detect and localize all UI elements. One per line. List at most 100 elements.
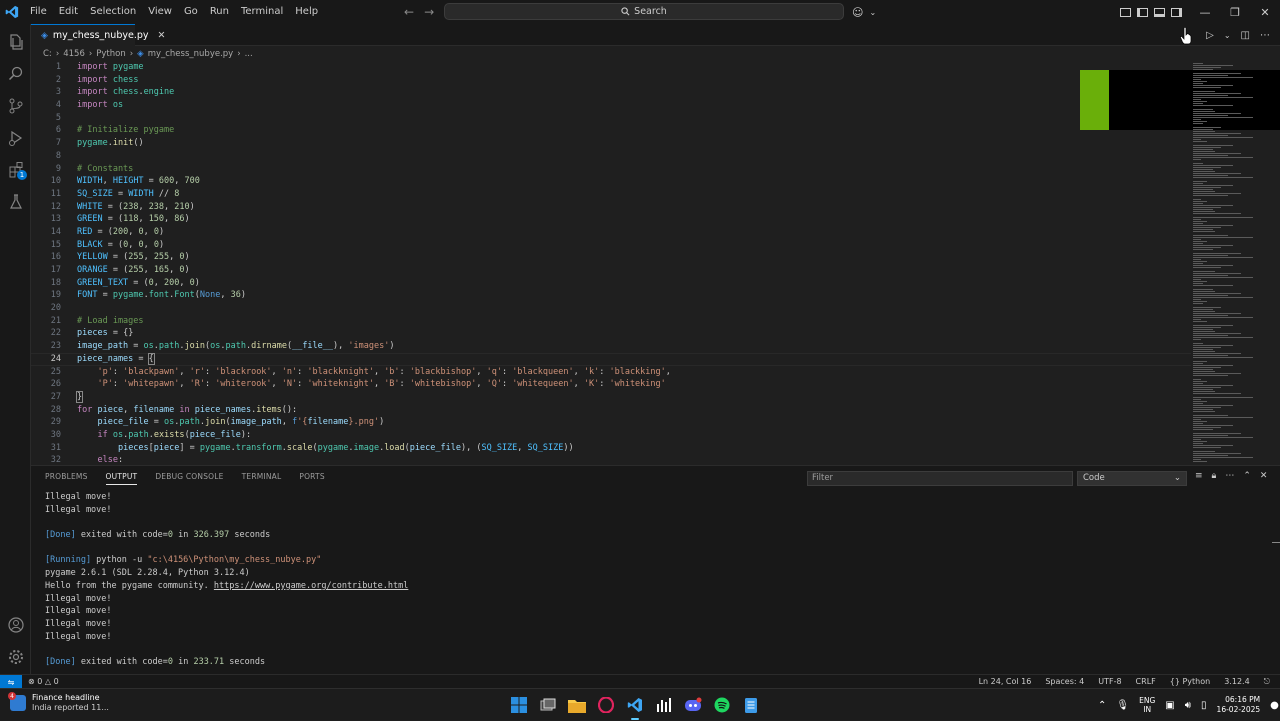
command-center-search[interactable]: Search [444,3,844,20]
close-panel-icon[interactable]: ✕ [1260,471,1268,481]
panel-scrollbar[interactable] [1272,542,1280,543]
menu-selection[interactable]: Selection [84,0,142,24]
problems-status[interactable]: ⊗ 0 △ 0 [28,675,59,688]
language-mode[interactable]: {} Python [1170,675,1210,688]
close-icon[interactable]: ✕ [1250,6,1280,19]
minimap-line [1193,77,1253,78]
menu-run[interactable]: Run [204,0,235,24]
forward-arrow-icon[interactable]: → [424,5,434,19]
minimap-line [1193,297,1253,298]
code-lines[interactable]: import pygame import chess import chess.… [75,61,1177,465]
news-widget[interactable]: 4 Finance headline India reported 11... [8,692,109,713]
extensions-icon[interactable]: 1 [0,154,31,186]
split-editor-icon[interactable]: ◫ [1241,30,1250,41]
discord-icon[interactable] [684,696,702,714]
more-panel-actions-icon[interactable]: ⋯ [1225,471,1234,481]
remote-icon[interactable]: ⇋ [0,675,22,689]
chevron-up-icon[interactable]: ⌃ [1098,700,1106,711]
battery-icon[interactable]: ▯ [1201,700,1207,711]
more-actions-icon[interactable]: ⋯ [1260,30,1270,41]
output-log[interactable]: Illegal move! Illegal move! [Done] exite… [45,491,1225,669]
breadcrumb-folder[interactable]: Python [96,49,125,59]
run-file-icon[interactable]: ▷ [1206,30,1214,41]
encoding[interactable]: UTF-8 [1098,675,1121,688]
manage-gear-icon[interactable] [0,641,31,673]
menu-terminal[interactable]: Terminal [235,0,289,24]
tab-problems[interactable]: PROBLEMS [45,472,88,485]
copilot-icon[interactable]: ☺ [852,6,863,19]
back-arrow-icon[interactable]: ← [404,5,414,19]
clock-time: 06:16 PM [1225,695,1261,704]
minimap-line [1193,351,1215,352]
notification-center-icon[interactable]: ● [1270,700,1279,711]
tab-terminal[interactable]: TERMINAL [242,472,282,485]
minimap-line [1193,173,1241,174]
volume-icon[interactable]: 🔊︎ [1185,700,1191,711]
vscode-taskbar-icon[interactable] [626,696,644,720]
menu-file[interactable]: File [24,0,53,24]
clock[interactable]: 06:16 PM 16-02-2025 [1217,695,1261,715]
tab-debug-console[interactable]: DEBUG CONSOLE [155,472,223,485]
run-debug-icon[interactable] [0,122,31,154]
output-filter-input[interactable]: Filter [807,471,1073,486]
breadcrumb-file[interactable]: my_chess_nubye.py [148,49,234,59]
source-control-icon[interactable] [0,90,31,122]
minimap-line [1193,361,1207,362]
line-number: 18 [50,277,61,288]
cursor-position[interactable]: Ln 24, Col 16 [979,675,1032,688]
notepad-icon[interactable] [742,696,760,714]
indentation[interactable]: Spaces: 4 [1045,675,1084,688]
line-ending[interactable]: CRLF [1136,675,1156,688]
editor-scrollbar[interactable] [1273,61,1280,465]
code-editor[interactable]: 1 2 3 4 5 6 7 8 9 10 11 12 13 14 15 16 17 18 19 20 21 22 23 24 2… [31,61,1280,465]
minimize-icon[interactable]: — [1190,6,1220,19]
tab-close-icon[interactable]: ✕ [158,30,166,41]
file-explorer-icon[interactable] [568,696,586,714]
toggle-secondary-sidebar-icon[interactable] [1171,7,1182,17]
output-channel-value: Code [1083,473,1105,483]
search-sidebar-icon[interactable] [0,58,31,90]
menu-go[interactable]: Go [178,0,204,24]
toggle-panel-icon[interactable] [1154,7,1165,17]
breadcrumb-folder[interactable]: 4156 [63,49,85,59]
restore-icon[interactable]: ❐ [1220,6,1250,19]
testing-icon[interactable] [0,186,31,218]
minimap-line [1193,249,1213,250]
windows-start-icon[interactable] [510,696,528,714]
python-version[interactable]: 3.12.4 [1224,675,1249,688]
menu-edit[interactable]: Edit [53,0,84,24]
display-icon[interactable]: ▣ [1165,700,1174,711]
run-dropdown-icon[interactable]: ⌄ [1224,31,1231,40]
notifications-bell-icon[interactable]: ⎋ [1264,675,1270,688]
hand-cursor-icon [1180,27,1192,45]
menu-help[interactable]: Help [289,0,324,24]
minimap[interactable] [1193,61,1273,465]
opera-icon[interactable] [597,696,615,714]
audio-app-icon[interactable] [655,696,673,714]
pygame-contribute-link[interactable]: https://www.pygame.org/contribute.html [214,581,408,591]
tab-output[interactable]: OUTPUT [105,472,138,485]
microphone-icon[interactable]: 🎙︎ [1116,700,1129,711]
spotify-icon[interactable] [713,696,731,714]
breadcrumb-drive[interactable]: C: [43,49,52,59]
explorer-icon[interactable] [0,26,31,58]
toggle-primary-sidebar-icon[interactable] [1137,7,1148,17]
minimap-line [1193,227,1221,228]
tab-ports[interactable]: PORTS [299,472,324,485]
output-channel-select[interactable]: Code ⌄ [1077,471,1187,486]
minimap-line [1193,75,1228,76]
tab-my-chess-nubye[interactable]: ◈ my_chess_nubye.py ✕ [31,24,165,46]
maximize-panel-icon[interactable]: ⌃ [1243,471,1251,481]
breadcrumb-symbol[interactable]: ... [245,49,253,59]
title-bar: File Edit Selection View Go Run Terminal… [0,0,1280,24]
clear-output-icon[interactable]: ≡ [1195,471,1203,481]
language-indicator[interactable]: ENG IN [1139,696,1155,714]
copilot-chevron-icon[interactable]: ⌄ [869,8,876,17]
accounts-icon[interactable] [0,609,31,641]
task-view-icon[interactable] [539,696,557,714]
customize-layout-icon[interactable] [1120,7,1131,17]
lock-scroll-icon[interactable]: 🔒︎ [1212,471,1217,481]
line-number: 7 [55,138,61,149]
menu-view[interactable]: View [142,0,178,24]
